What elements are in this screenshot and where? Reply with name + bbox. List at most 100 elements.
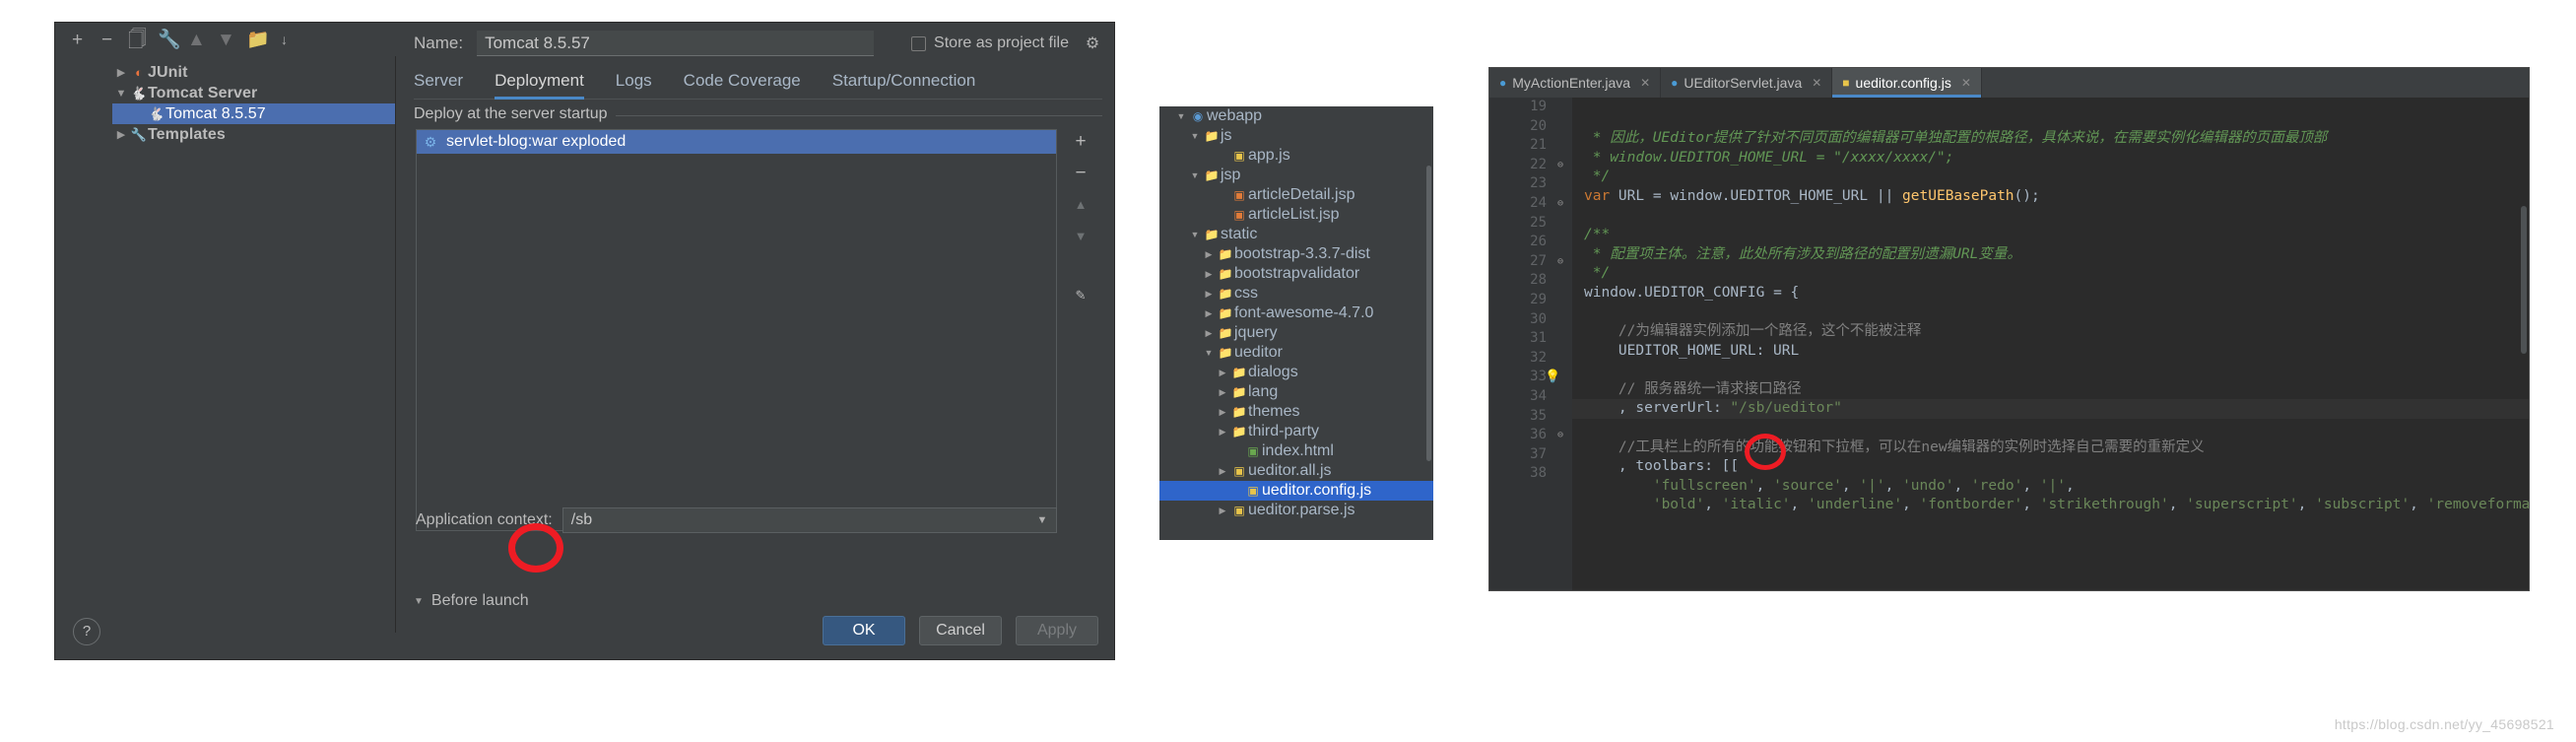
- project-tree-item-ueditor-parse-js[interactable]: ▶ ▣ ueditor.parse.js: [1159, 501, 1433, 520]
- sort-icon[interactable]: ↓​: [276, 32, 293, 48]
- move-up-icon[interactable]: ▲: [187, 31, 206, 49]
- project-tree-item-bootstrapvalidator[interactable]: ▶ 📁 bootstrapvalidator: [1159, 264, 1433, 284]
- chevron-right-icon[interactable]: ▶: [1201, 289, 1217, 300]
- editor-tab-myactionenter[interactable]: ● MyActionEnter.java ✕: [1489, 68, 1662, 98]
- name-input[interactable]: Tomcat 8.5.57: [477, 31, 875, 56]
- project-tree-item-app-js[interactable]: ▣ app.js: [1159, 146, 1433, 166]
- chevron-down-icon[interactable]: ▼: [1187, 131, 1203, 141]
- project-tree-item-articledetail-jsp[interactable]: ▣ articleDetail.jsp: [1159, 185, 1433, 205]
- project-tree-item-index-html[interactable]: ▣ index.html: [1159, 441, 1433, 461]
- line-number: 37: [1530, 445, 1547, 462]
- intention-bulb-icon[interactable]: 💡: [1545, 368, 1560, 387]
- chevron-right-icon[interactable]: ▶: [1215, 466, 1230, 477]
- before-launch-section[interactable]: ▼ Before launch: [414, 592, 529, 610]
- help-button[interactable]: ?: [73, 618, 100, 645]
- chevron-right-icon[interactable]: ▶: [1201, 308, 1217, 319]
- checkbox-box[interactable]: [911, 35, 927, 51]
- move-up-button[interactable]: ▲: [1068, 194, 1093, 216]
- project-tree-item-ueditor[interactable]: ▼ 📁 ueditor: [1159, 343, 1433, 363]
- project-tree-item-jquery[interactable]: ▶ 📁 jquery: [1159, 323, 1433, 343]
- edit-artifact-button[interactable]: ✎: [1068, 285, 1093, 306]
- project-tree-item-font-awesome-4-7-0[interactable]: ▶ 📁 font-awesome-4.7.0: [1159, 304, 1433, 323]
- deployment-list-item[interactable]: ⚙ servlet-blog:war exploded: [417, 130, 1056, 154]
- editor-vertical-scrollbar[interactable]: [2521, 206, 2527, 354]
- line-number: 31: [1530, 330, 1547, 347]
- move-down-icon[interactable]: ▼: [217, 31, 235, 49]
- code-fold-icon[interactable]: ⊖: [1555, 252, 1565, 272]
- close-icon[interactable]: ✕: [1812, 76, 1821, 90]
- editor-tab-ueditor-config[interactable]: ■ ueditor.config.js ✕: [1832, 68, 1982, 98]
- config-tree-item-junit[interactable]: ◐ JUnit: [112, 62, 395, 83]
- project-tree-item-bootstrap-3-3-7-dist[interactable]: ▶ 📁 bootstrap-3.3.7-dist: [1159, 244, 1433, 264]
- chevron-down-icon[interactable]: ▼: [1201, 348, 1217, 358]
- remove-icon[interactable]: −: [99, 31, 115, 49]
- editor-tab-ueditorservlet[interactable]: ● UEditorServlet.java ✕: [1661, 68, 1833, 98]
- chevron-down-icon[interactable]: ▼: [1187, 230, 1203, 239]
- move-down-button[interactable]: ▼: [1068, 226, 1093, 247]
- project-tree-item-jsp[interactable]: ▼ 📁 jsp: [1159, 166, 1433, 185]
- config-tabs[interactable]: Server Deployment Logs Code Coverage Sta…: [414, 66, 1102, 100]
- code-fold-icon[interactable]: ⊖: [1555, 156, 1565, 175]
- tab-deployment[interactable]: Deployment: [495, 71, 602, 100]
- chevron-down-icon[interactable]: ▼: [414, 596, 424, 607]
- chevron-right-icon[interactable]: [112, 66, 130, 79]
- gear-icon[interactable]: ⚙: [1083, 34, 1102, 53]
- apply-button[interactable]: Apply: [1016, 616, 1098, 645]
- tab-code-coverage[interactable]: Code Coverage: [684, 71, 819, 99]
- line-number: 25: [1530, 214, 1547, 231]
- project-tree-item-third-party[interactable]: ▶ 📁 third-party: [1159, 422, 1433, 441]
- edit-templates-icon[interactable]: 🔧: [158, 31, 181, 49]
- project-tree-item-dialogs[interactable]: ▶ 📁 dialogs: [1159, 363, 1433, 382]
- chevron-right-icon[interactable]: ▶: [1215, 368, 1230, 378]
- copy-icon[interactable]: 🗍: [128, 31, 147, 49]
- project-tree-item-themes[interactable]: ▶ 📁 themes: [1159, 402, 1433, 422]
- chevron-right-icon[interactable]: ▶: [1201, 269, 1217, 280]
- chevron-right-icon[interactable]: [112, 128, 130, 141]
- config-tree-item-tomcat-8557[interactable]: 🐇 Tomcat 8.5.57: [112, 103, 395, 124]
- chevron-down-icon[interactable]: ▼: [1029, 509, 1055, 531]
- remove-artifact-button[interactable]: −: [1068, 163, 1093, 184]
- close-icon[interactable]: ✕: [1961, 76, 1971, 90]
- ok-button[interactable]: OK: [823, 616, 905, 645]
- chevron-down-icon[interactable]: ▼: [1173, 111, 1189, 121]
- tab-logs[interactable]: Logs: [616, 71, 670, 99]
- config-tree-item-templates[interactable]: 🔧 Templates: [112, 124, 395, 145]
- chevron-right-icon[interactable]: ▶: [1215, 387, 1230, 398]
- add-artifact-button[interactable]: +: [1068, 131, 1093, 153]
- cancel-button[interactable]: Cancel: [919, 616, 1002, 645]
- project-tree-item-ueditor-all-js[interactable]: ▶ ▣ ueditor.all.js: [1159, 461, 1433, 481]
- project-tree-scrollbar[interactable]: [1426, 166, 1431, 461]
- folder-icon[interactable]: 📁: [246, 31, 270, 49]
- project-tree-item-static[interactable]: ▼ 📁 static: [1159, 225, 1433, 244]
- project-tree-item-ueditor-config-js[interactable]: ▣ ueditor.config.js: [1159, 481, 1433, 501]
- add-icon[interactable]: +: [69, 31, 86, 49]
- chevron-right-icon[interactable]: ▶: [1215, 407, 1230, 418]
- editor-tab-bar[interactable]: ● MyActionEnter.java ✕ ● UEditorServlet.…: [1489, 68, 2529, 98]
- project-tree-item-webapp[interactable]: ▼ ◉ webapp: [1159, 106, 1433, 126]
- chevron-right-icon[interactable]: ▶: [1215, 427, 1230, 438]
- close-icon[interactable]: ✕: [1640, 76, 1650, 90]
- tab-startup-connection[interactable]: Startup/Connection: [832, 71, 994, 99]
- deployment-artifacts-list[interactable]: ⚙ servlet-blog:war exploded: [416, 129, 1057, 531]
- chevron-right-icon[interactable]: ▶: [1215, 506, 1230, 516]
- chevron-down-icon[interactable]: [112, 88, 130, 100]
- chevron-down-icon[interactable]: ▼: [1187, 170, 1203, 180]
- chevron-right-icon[interactable]: ▶: [1201, 249, 1217, 260]
- tab-server[interactable]: Server: [414, 71, 481, 99]
- code-fold-icon[interactable]: ⊖: [1555, 194, 1565, 214]
- application-context-input[interactable]: /sb ▼: [561, 507, 1057, 533]
- editor-line-number-gutter[interactable]: 19 20 21 22 ⊖ 23 24 ⊖ 25 26 27 ⊖ 28 29 30 31 32 33 💡 34 35 36…: [1489, 98, 1572, 590]
- chevron-right-icon[interactable]: ▶: [1201, 328, 1217, 339]
- store-as-project-file-checkbox[interactable]: Store as project file: [911, 34, 1069, 52]
- code-token: ,: [1755, 477, 1774, 494]
- project-tree-item-js[interactable]: ▼ 📁 js: [1159, 126, 1433, 146]
- config-tree-item-tomcat-server[interactable]: 🐇 Tomcat Server: [112, 83, 395, 103]
- project-tree-item-articlelist-jsp[interactable]: ▣ articleList.jsp: [1159, 205, 1433, 225]
- project-tree-item-css[interactable]: ▶ 📁 css: [1159, 284, 1433, 304]
- code-fold-icon[interactable]: ⊖: [1555, 426, 1565, 445]
- editor-code-area[interactable]: * 因此，UEditor提供了针对不同页面的编辑器可单独配置的根路径，具体来说，…: [1572, 98, 2529, 590]
- project-file-tree[interactable]: ▼ ◉ webapp ▼ 📁 js ▣ app.js ▼ 📁 jsp ▣ articleDetail.j…: [1159, 106, 1433, 540]
- configurations-tree[interactable]: ◐ JUnit 🐇 Tomcat Server 🐇 Tomcat 8.5.57 …: [112, 56, 396, 633]
- project-tree-item-lang[interactable]: ▶ 📁 lang: [1159, 382, 1433, 402]
- line-number: 29: [1530, 291, 1547, 307]
